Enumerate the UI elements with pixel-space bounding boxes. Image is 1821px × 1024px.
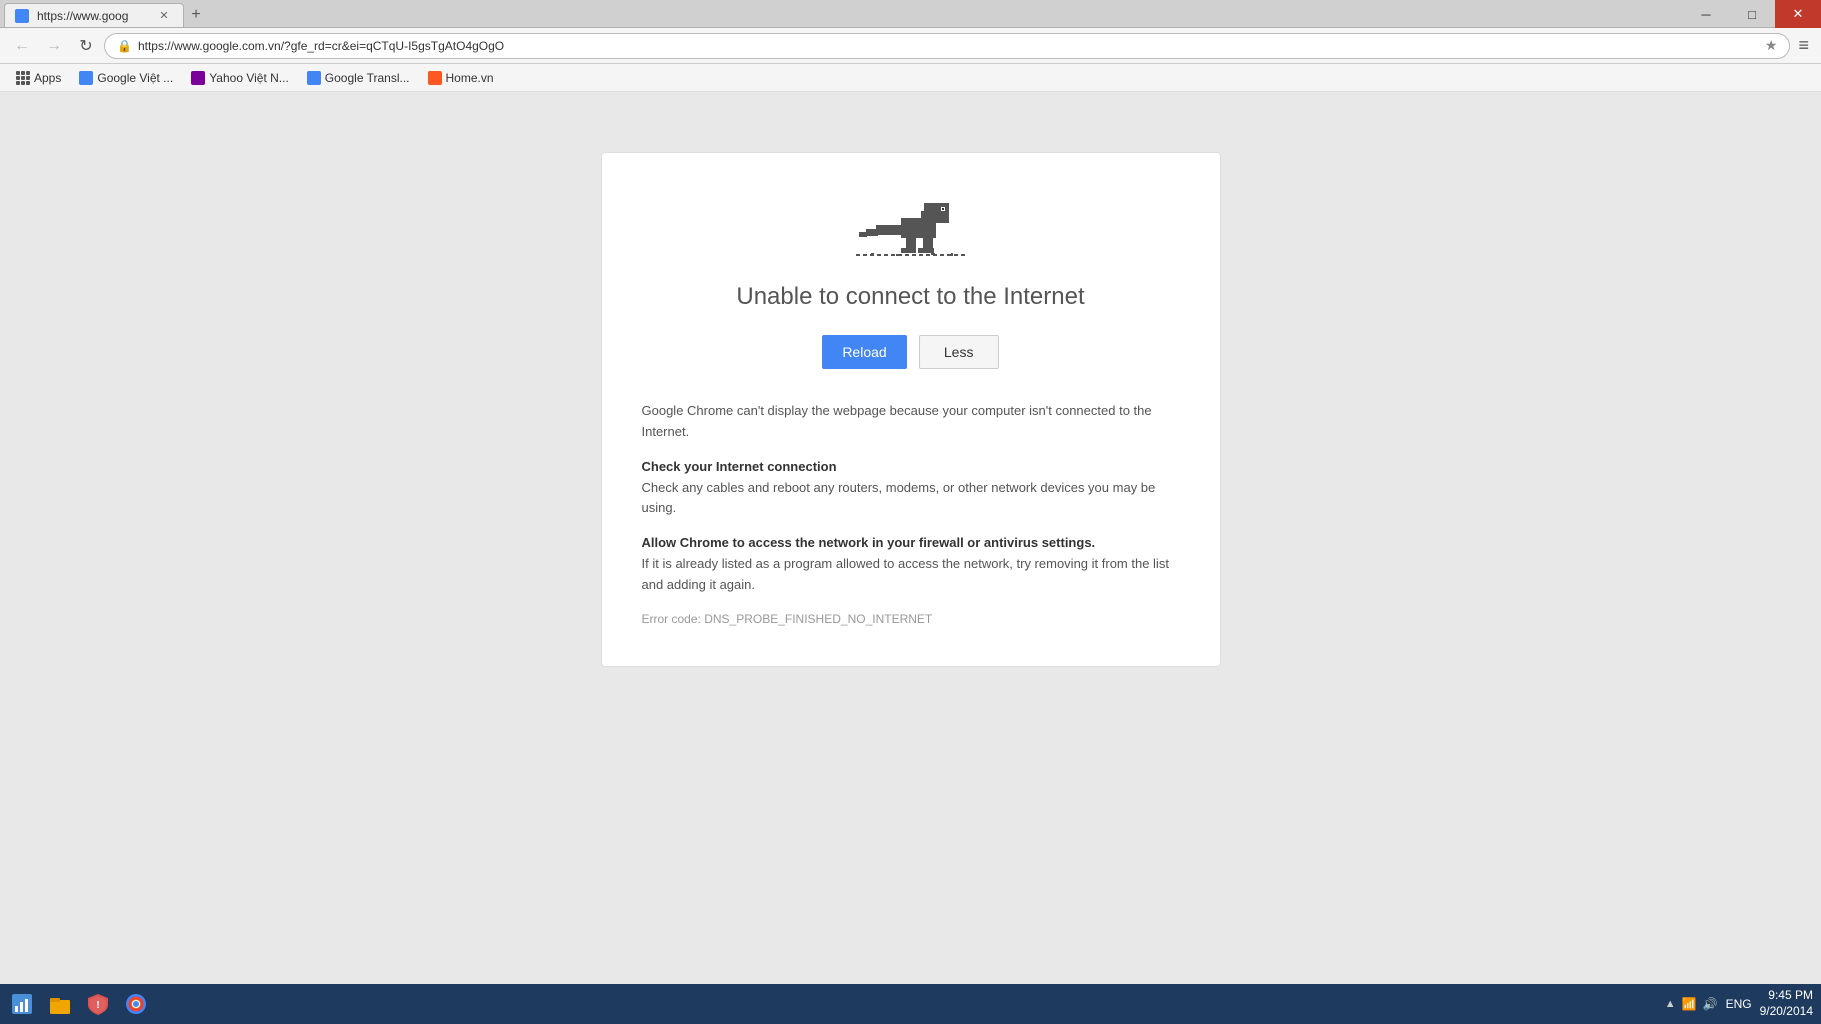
dino-icon	[851, 193, 971, 263]
svg-text:!: !	[96, 1000, 99, 1011]
apps-grid-icon	[16, 71, 30, 85]
taskbar-shield-icon[interactable]: !	[80, 986, 116, 1022]
clock-time: 9:45 PM	[1760, 988, 1813, 1004]
window-controls: ─ □ ✕	[1683, 0, 1821, 28]
section1-body: Check any cables and reboot any routers,…	[642, 478, 1180, 520]
yahoo-favicon	[191, 71, 205, 85]
forward-button[interactable]: →	[40, 32, 68, 60]
reload-button[interactable]: ↻	[72, 32, 100, 60]
menu-icon[interactable]: ≡	[1794, 31, 1813, 60]
bookmarks-bar: Apps Google Việt ... Yahoo Việt N... Goo…	[0, 64, 1821, 92]
taskbar-folder-icon[interactable]	[42, 986, 78, 1022]
taskbar: ! ▲ 📶 🔊 ENG 9:45 PM 9/20/2014	[0, 984, 1821, 1024]
network-icon: 📶	[1682, 997, 1697, 1011]
taskbar-icons: !	[4, 986, 154, 1022]
bookmark-google-translate[interactable]: Google Transl...	[299, 69, 418, 87]
error-card: Unable to connect to the Internet Reload…	[601, 152, 1221, 667]
address-bar[interactable]: 🔒 https://www.google.com.vn/?gfe_rd=cr&e…	[104, 33, 1790, 59]
close-button[interactable]: ✕	[1775, 0, 1821, 28]
less-button[interactable]: Less	[919, 335, 999, 369]
button-row: Reload Less	[642, 335, 1180, 369]
yahoo-label: Yahoo Việt N...	[209, 71, 289, 85]
volume-icon: 🔊	[1703, 997, 1718, 1011]
error-title: Unable to connect to the Internet	[642, 283, 1180, 311]
bookmark-apps[interactable]: Apps	[8, 69, 69, 87]
translate-label: Google Transl...	[325, 71, 410, 85]
google-viet-favicon	[79, 71, 93, 85]
clock: 9:45 PM 9/20/2014	[1760, 988, 1813, 1019]
language-indicator: ENG	[1726, 997, 1752, 1011]
dino-container	[642, 193, 1180, 263]
home-favicon	[428, 71, 442, 85]
url-text: https://www.google.com.vn/?gfe_rd=cr&ei=…	[138, 39, 1759, 53]
section1-heading: Check your Internet connection	[642, 459, 1180, 474]
navigation-bar: ← → ↻ 🔒 https://www.google.com.vn/?gfe_r…	[0, 28, 1821, 64]
reload-page-button[interactable]: Reload	[822, 335, 906, 369]
active-tab[interactable]: https://www.goog ✕	[4, 3, 184, 27]
back-button[interactable]: ←	[8, 32, 36, 60]
bookmark-star-icon[interactable]: ★	[1765, 37, 1778, 54]
translate-favicon	[307, 71, 321, 85]
title-bar: https://www.goog ✕ + ─ □ ✕	[0, 0, 1821, 28]
main-content: Unable to connect to the Internet Reload…	[0, 92, 1821, 984]
tab-favicon	[15, 9, 29, 23]
bookmark-home-vn[interactable]: Home.vn	[420, 69, 502, 87]
section2-body: If it is already listed as a program all…	[642, 554, 1180, 596]
error-main-text: Google Chrome can't display the webpage …	[642, 401, 1180, 443]
home-label: Home.vn	[446, 71, 494, 85]
taskbar-right: ▲ 📶 🔊 ENG 9:45 PM 9/20/2014	[1665, 988, 1813, 1019]
google-viet-label: Google Việt ...	[97, 71, 173, 85]
minimize-button[interactable]: ─	[1683, 0, 1729, 28]
lock-icon: 🔒	[117, 39, 132, 53]
tab-title: https://www.goog	[37, 9, 149, 23]
bookmark-yahoo-viet[interactable]: Yahoo Việt N...	[183, 69, 297, 87]
tray-arrow-icon[interactable]: ▲	[1665, 998, 1676, 1010]
section2-heading: Allow Chrome to access the network in yo…	[642, 535, 1180, 550]
clock-date: 9/20/2014	[1760, 1004, 1813, 1020]
taskmanager-svg	[10, 992, 34, 1016]
apps-label: Apps	[34, 71, 61, 85]
system-tray: ▲ 📶 🔊	[1665, 997, 1718, 1011]
shield-svg: !	[86, 992, 110, 1016]
folder-svg	[48, 992, 72, 1016]
chrome-svg	[124, 992, 148, 1016]
taskbar-chrome-icon[interactable]	[118, 986, 154, 1022]
maximize-button[interactable]: □	[1729, 0, 1775, 28]
tab-area: https://www.goog ✕ +	[0, 0, 208, 27]
taskbar-taskmanager-icon[interactable]	[4, 986, 40, 1022]
tab-close-button[interactable]: ✕	[157, 9, 171, 23]
new-tab-button[interactable]: +	[184, 3, 208, 27]
error-code: Error code: DNS_PROBE_FINISHED_NO_INTERN…	[642, 612, 1180, 626]
bookmark-google-viet[interactable]: Google Việt ...	[71, 69, 181, 87]
